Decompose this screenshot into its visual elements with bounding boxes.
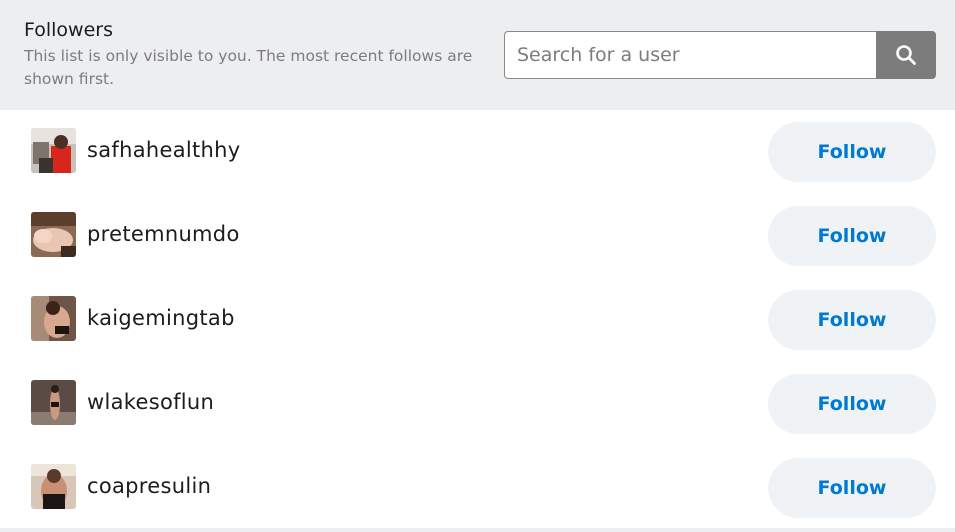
follower-username[interactable]: kaigemingtab <box>87 304 235 332</box>
divider <box>0 528 955 532</box>
search-icon <box>895 44 917 66</box>
follower-row: kaigemingtab Follow <box>0 278 955 362</box>
follow-button[interactable]: Follow <box>768 458 936 518</box>
follower-row: safhahealthhy Follow <box>0 110 955 194</box>
page-title: Followers <box>24 19 113 41</box>
search-input[interactable] <box>504 31 876 79</box>
search-button[interactable] <box>876 31 936 79</box>
avatar[interactable] <box>31 128 76 173</box>
followers-header: Followers This list is only visible to y… <box>0 0 955 110</box>
follower-row: coapresulin Follow <box>0 446 955 530</box>
page-description: This list is only visible to you. The mo… <box>24 47 473 88</box>
avatar[interactable] <box>31 296 76 341</box>
follower-row: pretemnumdo Follow <box>0 194 955 278</box>
follower-username[interactable]: wlakesoflun <box>87 388 214 416</box>
follow-button[interactable]: Follow <box>768 374 936 434</box>
avatar[interactable] <box>31 380 76 425</box>
follower-username[interactable]: pretemnumdo <box>87 220 240 248</box>
user-search <box>504 31 936 79</box>
avatar[interactable] <box>31 212 76 257</box>
follow-button[interactable]: Follow <box>768 206 936 266</box>
avatar[interactable] <box>31 464 76 509</box>
follower-username[interactable]: safhahealthhy <box>87 136 241 164</box>
follow-button[interactable]: Follow <box>768 290 936 350</box>
follower-username[interactable]: coapresulin <box>87 472 211 500</box>
follower-row: wlakesoflun Follow <box>0 362 955 446</box>
follow-button[interactable]: Follow <box>768 122 936 182</box>
followers-list: safhahealthhy Follow pretemnumdo Follow <box>0 110 955 530</box>
